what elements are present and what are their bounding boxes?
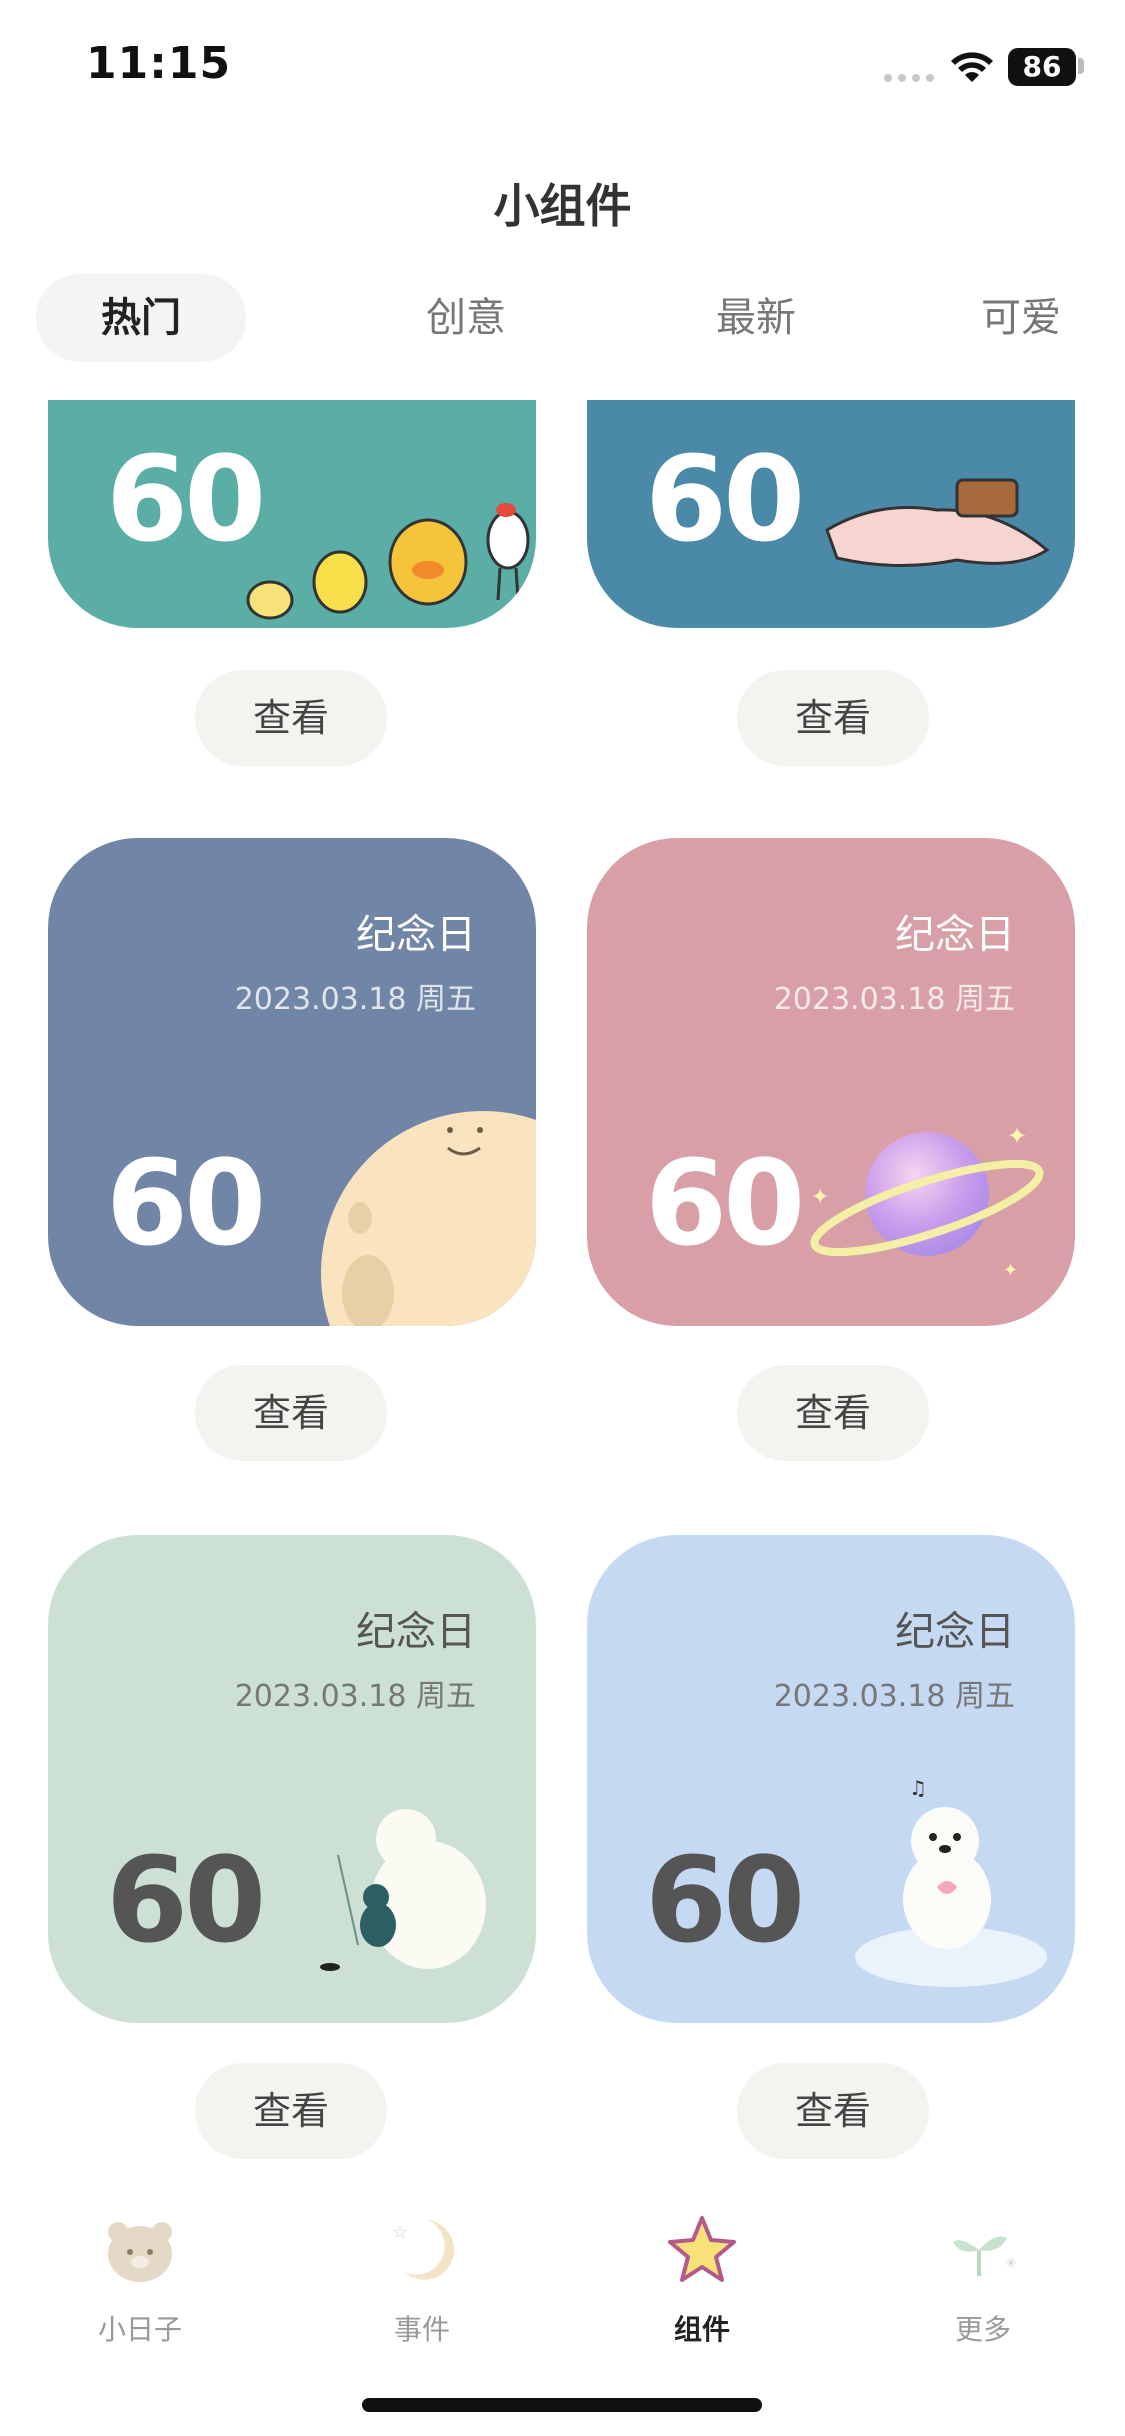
- widget-card[interactable]: 60: [587, 400, 1075, 628]
- card-count: 60: [106, 1134, 266, 1272]
- widget-grid: 60 60 查看 查看 纪念日 2023.03.18 周五 60 纪念日 202…: [0, 0, 1125, 2180]
- widget-card[interactable]: 纪念日 2023.03.18 周五 60 ♫: [587, 1535, 1075, 2023]
- svg-text:☆: ☆: [392, 2222, 408, 2243]
- svg-text:✦: ✦: [1003, 1260, 1018, 1281]
- svg-text:✦: ✦: [811, 1185, 829, 1210]
- chicks-illustration: [246, 503, 530, 620]
- nav-label: 小日子: [97, 2313, 182, 2346]
- view-button[interactable]: 查看: [737, 2063, 929, 2159]
- svg-text:✦: ✦: [1007, 1122, 1027, 1150]
- nav-label: 事件: [393, 2313, 450, 2346]
- moon-face-illustration: [321, 1111, 536, 1326]
- card-date: 2023.03.18 周五: [773, 982, 1015, 1017]
- bear-on-ice-illustration: ♫: [855, 1776, 1047, 1987]
- card-count: 60: [106, 1831, 266, 1969]
- view-button[interactable]: 查看: [737, 670, 929, 766]
- planet-illustration: ✦ ✦ ✦: [810, 1122, 1044, 1281]
- nav-item-events[interactable]: ☆ 事件: [322, 2210, 522, 2348]
- card-label: 纪念日: [895, 1609, 1015, 1655]
- bear-fishing-illustration: [320, 1809, 486, 1971]
- widget-card[interactable]: 60: [48, 400, 536, 628]
- view-button[interactable]: 查看: [195, 670, 387, 766]
- home-indicator: [362, 2398, 762, 2412]
- view-button[interactable]: 查看: [195, 1365, 387, 1461]
- sprout-icon: ✳: [953, 2236, 1017, 2276]
- bear-icon: [108, 2222, 172, 2282]
- widget-card[interactable]: 纪念日 2023.03.18 周五 60 ✦ ✦ ✦: [587, 838, 1075, 1326]
- sleeping-figure-illustration: [825, 478, 1050, 567]
- nav-item-more[interactable]: ✳ 更多: [883, 2210, 1083, 2348]
- card-count: 60: [645, 1134, 805, 1272]
- widget-card[interactable]: 纪念日 2023.03.18 周五 60: [48, 838, 536, 1326]
- moon-icon: ☆: [392, 2220, 455, 2280]
- card-label: 纪念日: [895, 912, 1015, 958]
- nav-label: 组件: [673, 2313, 730, 2346]
- widget-card[interactable]: 纪念日 2023.03.18 周五 60: [48, 1535, 536, 2023]
- card-date: 2023.03.18 周五: [234, 982, 476, 1017]
- card-date: 2023.03.18 周五: [234, 1679, 476, 1714]
- svg-text:✳: ✳: [1005, 2256, 1017, 2272]
- card-label: 纪念日: [356, 1609, 476, 1655]
- svg-text:♫: ♫: [909, 1776, 927, 1800]
- star-icon: [668, 2216, 736, 2282]
- view-button[interactable]: 查看: [195, 2063, 387, 2159]
- card-count: 60: [645, 430, 805, 568]
- nav-item-days[interactable]: 小日子: [40, 2210, 240, 2348]
- nav-item-widgets[interactable]: 组件: [602, 2210, 802, 2348]
- card-date: 2023.03.18 周五: [773, 1679, 1015, 1714]
- nav-label: 更多: [954, 2313, 1011, 2346]
- card-label: 纪念日: [356, 912, 476, 958]
- card-count: 60: [645, 1831, 805, 1969]
- view-button[interactable]: 查看: [737, 1365, 929, 1461]
- bottom-nav: 小日子 ☆ 事件 组件 ✳ 更多: [0, 2190, 1125, 2360]
